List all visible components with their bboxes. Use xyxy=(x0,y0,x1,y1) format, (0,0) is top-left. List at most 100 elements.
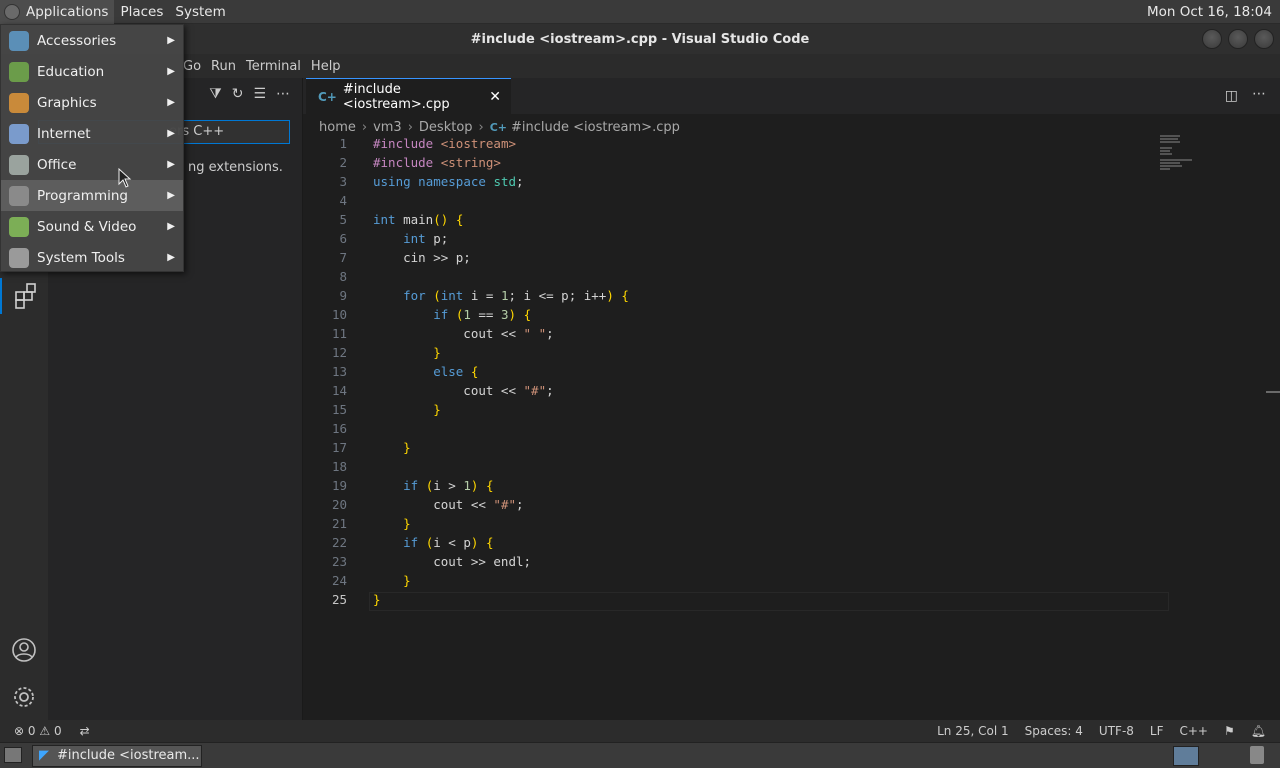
sidebar-message: ng extensions. xyxy=(188,160,283,175)
app-menu-item[interactable]: Programming ▶ xyxy=(1,180,183,211)
code-line[interactable]: 24 } xyxy=(303,571,1183,590)
trash-icon[interactable] xyxy=(1250,746,1264,764)
code-line[interactable]: 16 xyxy=(303,419,1183,438)
line-number: 14 xyxy=(331,383,347,398)
code-line[interactable]: 2 #include <string> xyxy=(303,153,1183,172)
split-editor-icon[interactable]: ◫ xyxy=(1225,88,1238,104)
line-text: for (int i = 1; i <= p; i++) { xyxy=(403,288,629,303)
close-tab-icon[interactable]: ✕ xyxy=(489,89,501,105)
notifications-bell-icon[interactable]: 🔔︎ xyxy=(1251,724,1266,738)
menu-help[interactable]: Help xyxy=(306,59,346,74)
refresh-icon[interactable]: ↻ xyxy=(232,86,244,102)
code-line[interactable]: 11 cout << " "; xyxy=(303,324,1183,343)
tray-vscode-icon[interactable] xyxy=(1173,746,1199,766)
app-menu-item-label: Graphics xyxy=(37,94,97,111)
internet-icon xyxy=(9,123,29,144)
breadcrumb-desktop[interactable]: Desktop xyxy=(419,120,473,135)
places-menu[interactable]: Places xyxy=(114,0,169,24)
app-menu-item[interactable]: System Tools ▶ xyxy=(1,242,183,273)
cursor-position[interactable]: Ln 25, Col 1 xyxy=(937,724,1009,738)
line-number: 13 xyxy=(331,364,347,379)
code-line[interactable]: 8 xyxy=(303,267,1183,286)
editor-tab[interactable]: C+ #include <iostream>.cpp ✕ xyxy=(306,78,511,114)
code-line[interactable]: 1 #include <iostream> xyxy=(303,134,1183,153)
breadcrumb-file[interactable]: #include <iostream>.cpp xyxy=(511,120,680,135)
scrollbar-thumb[interactable] xyxy=(1266,391,1280,393)
code-line[interactable]: 15 } xyxy=(303,400,1183,419)
code-line[interactable]: 4 xyxy=(303,191,1183,210)
accounts-icon[interactable] xyxy=(11,637,37,663)
line-text: cout << "#"; xyxy=(373,497,524,512)
remote-icon[interactable]: ⇄ xyxy=(80,724,90,738)
encoding[interactable]: UTF-8 xyxy=(1099,724,1134,738)
office-icon xyxy=(9,154,29,175)
menubar: Go Run Terminal Help xyxy=(0,54,1280,78)
line-text: if (1 == 3) { xyxy=(433,307,532,322)
line-number: 17 xyxy=(331,440,347,455)
task-vscode[interactable]: ◤ #include <iostream... xyxy=(32,744,202,767)
line-text: if (i > 1) { xyxy=(403,478,494,493)
problems-indicator[interactable]: ⊗ 0 ⚠ 0 xyxy=(14,724,62,738)
app-menu-item-label: Programming xyxy=(37,187,128,204)
task-label: #include <iostream... xyxy=(57,748,200,763)
menu-terminal[interactable]: Terminal xyxy=(241,59,306,74)
top-panel: Applications Places System Mon Oct 16, 1… xyxy=(0,0,1280,24)
app-menu-item[interactable]: Internet ▶ xyxy=(1,118,183,149)
close-window-button[interactable] xyxy=(1254,29,1274,49)
line-text: int p; xyxy=(403,231,449,246)
code-line[interactable]: 5 int main() { xyxy=(303,210,1183,229)
feedback-icon[interactable]: ⚑ xyxy=(1224,724,1235,738)
code-line[interactable]: 22 if (i < p) { xyxy=(303,533,1183,552)
app-menu-item-label: Sound & Video xyxy=(37,218,137,235)
code-line[interactable]: 19 if (i > 1) { xyxy=(303,476,1183,495)
settings-gear-icon[interactable] xyxy=(11,684,37,710)
code-line[interactable]: 6 int p; xyxy=(303,229,1183,248)
app-menu-item[interactable]: Education ▶ xyxy=(1,56,183,87)
code-line[interactable]: 10 if (1 == 3) { xyxy=(303,305,1183,324)
end-of-line[interactable]: LF xyxy=(1150,724,1164,738)
code-editor[interactable]: 1 #include <iostream> 2 #include <string> 3 u… xyxy=(303,134,1183,609)
clock[interactable]: Mon Oct 16, 18:04 xyxy=(1141,0,1280,24)
menu-run[interactable]: Run xyxy=(206,59,241,74)
clear-list-icon[interactable]: ☰ xyxy=(253,86,266,102)
extensions-icon[interactable] xyxy=(0,278,48,314)
editor-more-icon[interactable]: ⋯ xyxy=(1252,86,1266,102)
code-line[interactable]: 13 else { xyxy=(303,362,1183,381)
indentation[interactable]: Spaces: 4 xyxy=(1025,724,1083,738)
minimize-button[interactable] xyxy=(1202,29,1222,49)
app-menu-item[interactable]: Office ▶ xyxy=(1,149,183,180)
code-line[interactable]: 9 for (int i = 1; i <= p; i++) { xyxy=(303,286,1183,305)
language-mode[interactable]: C++ xyxy=(1180,724,1209,738)
code-line[interactable]: 23 cout >> endl; xyxy=(303,552,1183,571)
system-menu[interactable]: System xyxy=(169,0,231,24)
code-line[interactable]: 18 xyxy=(303,457,1183,476)
maximize-button[interactable] xyxy=(1228,29,1248,49)
code-line[interactable]: 12 } xyxy=(303,343,1183,362)
more-actions-icon[interactable]: ⋯ xyxy=(276,86,290,102)
show-desktop-icon[interactable] xyxy=(4,747,22,763)
code-line[interactable]: 7 cin >> p; xyxy=(303,248,1183,267)
code-line[interactable]: 3 using namespace std; xyxy=(303,172,1183,191)
submenu-arrow-icon: ▶ xyxy=(167,128,175,139)
applications-menu[interactable]: Applications xyxy=(0,0,115,24)
minimap[interactable] xyxy=(1160,134,1200,194)
app-menu-item[interactable]: Accessories ▶ xyxy=(1,25,183,56)
line-text: using namespace std; xyxy=(373,174,524,189)
code-line[interactable]: 25} xyxy=(303,590,1183,609)
tab-label: #include <iostream>.cpp xyxy=(342,81,450,112)
app-menu-item[interactable]: Graphics ▶ xyxy=(1,87,183,118)
app-menu-item[interactable]: Sound & Video ▶ xyxy=(1,211,183,242)
code-line[interactable]: 17 } xyxy=(303,438,1183,457)
code-line[interactable]: 20 cout << "#"; xyxy=(303,495,1183,514)
line-text: cin >> p; xyxy=(373,250,471,265)
graphics-icon xyxy=(9,92,29,113)
breadcrumb-home[interactable]: home xyxy=(319,120,356,135)
line-number: 19 xyxy=(331,478,347,493)
code-line[interactable]: 14 cout << "#"; xyxy=(303,381,1183,400)
error-count: 0 xyxy=(27,724,36,738)
code-line[interactable]: 21 } xyxy=(303,514,1183,533)
filter-icon[interactable]: ⧩ xyxy=(209,86,222,102)
breadcrumb-vm3[interactable]: vm3 xyxy=(373,120,402,135)
line-text xyxy=(347,457,373,476)
line-text: } xyxy=(403,573,411,588)
